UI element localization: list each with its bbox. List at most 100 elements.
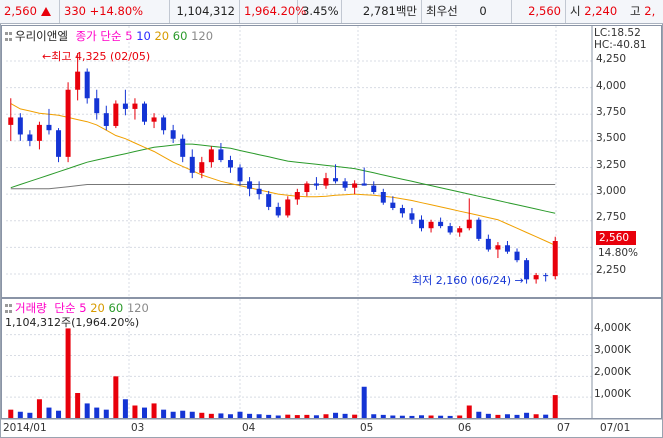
low-note-text: 최저 2,160 (06/24) bbox=[412, 274, 512, 287]
volume-bar bbox=[94, 407, 100, 418]
volume-ytick: 4,000K bbox=[594, 322, 631, 334]
candle-body bbox=[161, 117, 167, 131]
candle-body bbox=[36, 124, 42, 141]
candle-body bbox=[504, 245, 510, 252]
volume-bar bbox=[399, 415, 405, 418]
candle-body bbox=[476, 219, 482, 239]
high-annotation: ←최고 4,325 (02/05) bbox=[42, 48, 150, 64]
volume-bar bbox=[514, 414, 520, 418]
x-tick: 04 bbox=[242, 422, 256, 434]
volume-bar bbox=[419, 415, 424, 418]
candle-body bbox=[428, 221, 434, 229]
volume-bar bbox=[543, 414, 549, 418]
candle-body bbox=[371, 185, 377, 192]
current-price-tag: 2,560 bbox=[596, 231, 636, 245]
volume-bar bbox=[180, 410, 186, 418]
candle-body bbox=[189, 156, 195, 173]
x-tick: 2014/01 bbox=[3, 422, 47, 434]
candle-body bbox=[17, 117, 23, 135]
volume-bar bbox=[352, 414, 358, 418]
volume-ytick: 2,000K bbox=[594, 366, 631, 378]
volume-bar bbox=[313, 415, 319, 418]
volume-bar bbox=[247, 413, 253, 418]
ma20-line bbox=[10, 103, 556, 246]
candle-body bbox=[447, 226, 453, 233]
candle-body bbox=[275, 206, 281, 216]
current-pct-tag: 14.80% bbox=[598, 247, 639, 259]
volume-bar bbox=[294, 415, 300, 418]
candle-body bbox=[208, 149, 214, 163]
volume-bar bbox=[409, 415, 415, 418]
candle-body bbox=[552, 241, 558, 277]
lc-value: LC:18.52 bbox=[594, 27, 641, 39]
candle-body bbox=[56, 130, 62, 157]
candle-body bbox=[227, 160, 233, 168]
candle-body bbox=[533, 275, 539, 280]
volume-bar bbox=[457, 415, 463, 418]
candle-body bbox=[8, 117, 14, 125]
candle-body bbox=[438, 221, 444, 227]
candle-body bbox=[46, 124, 52, 131]
price-ytick: 3,000 bbox=[596, 185, 627, 197]
candle-body bbox=[419, 219, 424, 229]
candle-body bbox=[151, 117, 157, 122]
volume-bar bbox=[371, 414, 377, 418]
volume-bar bbox=[524, 412, 530, 418]
volume-bar bbox=[485, 413, 491, 418]
candle-body bbox=[399, 207, 405, 214]
candle-body bbox=[457, 228, 463, 233]
volume-bar bbox=[208, 413, 214, 418]
low-annotation: 최저 2,160 (06/24) → bbox=[412, 272, 524, 288]
price-ytick: 2,750 bbox=[596, 211, 627, 223]
candle-body bbox=[390, 202, 396, 208]
right-arrow-icon: → bbox=[511, 274, 524, 287]
x-tick: 07/01 bbox=[600, 422, 631, 434]
volume-bar bbox=[428, 415, 434, 418]
candle-body bbox=[543, 275, 549, 277]
candle-body bbox=[524, 260, 530, 280]
volume-bar bbox=[46, 407, 52, 418]
volume-bar bbox=[304, 414, 310, 418]
candle-body bbox=[256, 188, 262, 195]
candle-body bbox=[199, 162, 205, 173]
ma60-line bbox=[10, 143, 556, 214]
high-note-text: 최고 4,325 (02/05) bbox=[51, 50, 151, 63]
price-ytick: 3,750 bbox=[596, 106, 627, 118]
volume-bar bbox=[17, 411, 23, 418]
volume-bar bbox=[438, 415, 444, 418]
candle-body bbox=[294, 192, 300, 200]
volume-bar bbox=[285, 414, 291, 418]
volume-bar bbox=[56, 410, 62, 418]
candle-body bbox=[323, 178, 329, 186]
volume-bar bbox=[27, 412, 33, 418]
volume-bar bbox=[533, 414, 539, 418]
candle-body bbox=[84, 71, 90, 99]
volume-bar bbox=[342, 413, 348, 418]
price-ytick: 2,250 bbox=[596, 264, 627, 276]
candle-body bbox=[313, 183, 319, 186]
candle-body bbox=[333, 178, 339, 182]
candle-body bbox=[466, 219, 472, 229]
candle-body bbox=[352, 183, 358, 188]
price-ytick: 4,250 bbox=[596, 53, 627, 65]
stock-chart-svg[interactable] bbox=[0, 0, 663, 438]
x-tick: 06 bbox=[458, 422, 472, 434]
volume-bar bbox=[132, 405, 138, 418]
candle-body bbox=[237, 167, 243, 182]
candle-body bbox=[485, 238, 491, 250]
volume-bar bbox=[552, 395, 558, 418]
volume-bar bbox=[275, 415, 281, 418]
volume-bar bbox=[84, 403, 90, 418]
price-ytick: 4,000 bbox=[596, 80, 627, 92]
candle-body bbox=[113, 103, 119, 126]
candle-body bbox=[218, 149, 224, 161]
volume-bar bbox=[36, 399, 42, 418]
candle-body bbox=[122, 103, 128, 109]
candle-body bbox=[514, 251, 520, 261]
candle-body bbox=[495, 245, 501, 250]
volume-bar bbox=[323, 414, 329, 418]
candle-body bbox=[409, 213, 415, 220]
candle-body bbox=[103, 113, 109, 126]
volume-bar bbox=[227, 414, 233, 418]
volume-bar bbox=[504, 414, 510, 418]
